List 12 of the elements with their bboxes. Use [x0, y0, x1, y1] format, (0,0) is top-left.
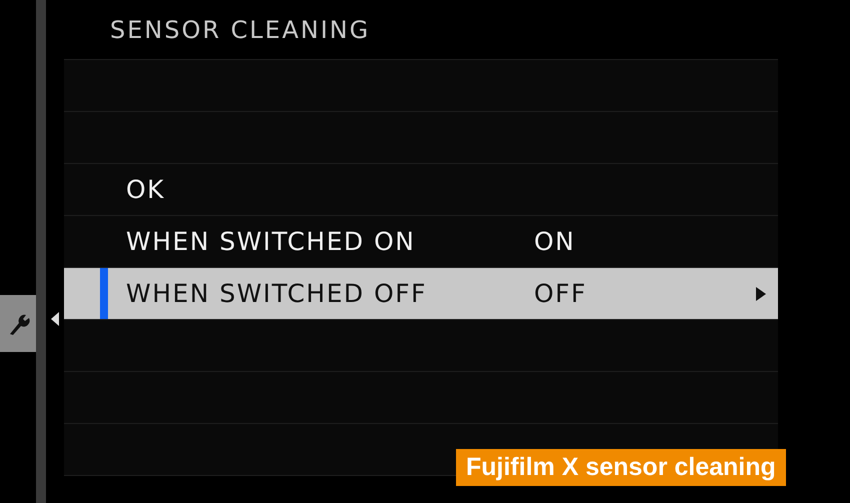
item-value: OFF [534, 279, 587, 308]
left-arrow-icon [51, 312, 59, 326]
menu-item[interactable]: WHEN SWITCHED ON ON [64, 216, 778, 268]
caption-label: Fujifilm X sensor cleaning [456, 449, 786, 486]
right-arrow-icon [756, 286, 766, 300]
settings-tab[interactable] [0, 295, 36, 352]
item-label: WHEN SWITCHED ON [125, 227, 416, 256]
menu-item[interactable]: WHEN SWITCHED OFF OFF [64, 268, 778, 320]
item-value: ON [534, 227, 576, 256]
item-label: WHEN SWITCHED OFF [125, 279, 428, 308]
item-label: OK [125, 175, 166, 204]
menu-item[interactable]: OK [64, 164, 778, 216]
